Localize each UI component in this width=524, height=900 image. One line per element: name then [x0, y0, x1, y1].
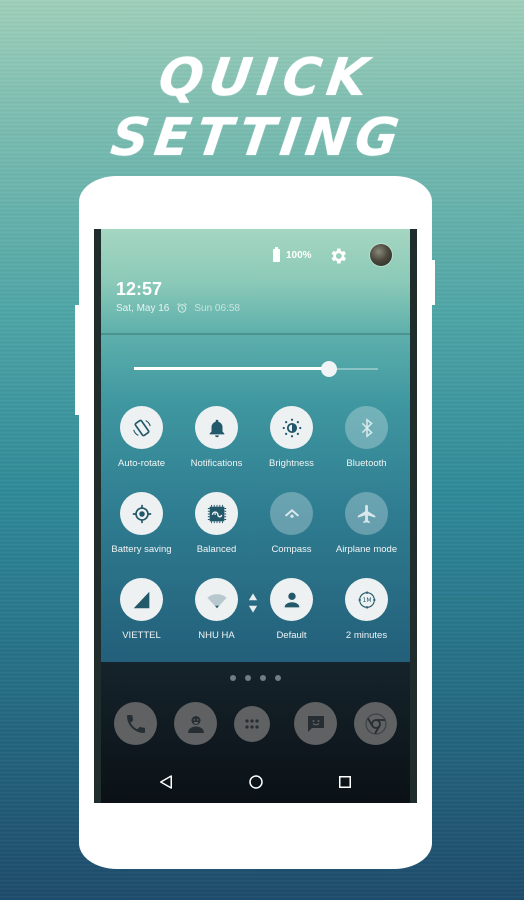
back-icon — [160, 775, 172, 789]
page-dot[interactable] — [260, 675, 266, 681]
tile-auto-rotate[interactable]: Auto-rotate — [104, 406, 179, 469]
tile-viettel[interactable]: VIETTEL — [104, 578, 179, 641]
clock-time: 12:57 — [116, 279, 163, 299]
navigation-bar — [94, 765, 417, 799]
tile-airplane-mode[interactable]: Airplane mode — [329, 492, 404, 555]
back-button[interactable] — [154, 770, 178, 794]
messaging-app[interactable] — [294, 702, 337, 745]
app-dock — [94, 702, 417, 748]
tile-label: 2 minutes — [345, 630, 388, 641]
quick-settings-panel: 100% 12:57 Sat, May 16 Sun 06:58 Auto-ro… — [101, 229, 410, 662]
header-divider — [101, 333, 410, 335]
person-icon — [270, 578, 313, 621]
tile-label: Compass — [271, 544, 312, 555]
bell-icon — [195, 406, 238, 449]
tile-compass[interactable]: Compass — [254, 492, 329, 555]
rotate-icon — [120, 406, 163, 449]
location-icon — [270, 492, 313, 535]
tile-label: Brightness — [269, 458, 314, 469]
phone-icon — [126, 714, 145, 733]
chrome-app[interactable] — [354, 702, 397, 745]
tile-label: VIETTEL — [122, 630, 161, 641]
data-activity-arrows-icon — [242, 592, 258, 613]
tile-bluetooth[interactable]: Bluetooth — [329, 406, 404, 469]
chrome-icon — [364, 712, 387, 735]
cell-signal-icon — [120, 578, 163, 621]
gear-icon[interactable] — [328, 246, 348, 266]
contacts-app[interactable] — [174, 702, 217, 745]
messaging-icon — [307, 715, 324, 732]
wifi-icon — [195, 578, 238, 621]
page-dot[interactable] — [230, 675, 236, 681]
tile-label: Auto-rotate — [118, 458, 165, 469]
date-row: Sat, May 16 Sun 06:58 — [116, 302, 240, 314]
tile-label: Airplane mode — [335, 544, 398, 555]
home-icon — [249, 775, 263, 789]
date-text: Sat, May 16 — [116, 302, 170, 314]
app-drawer-icon — [245, 719, 259, 729]
tile-nhu-ha[interactable]: NHU HA — [179, 578, 258, 641]
page-dot[interactable] — [275, 675, 281, 681]
tile-brightness[interactable]: Brightness — [254, 406, 329, 469]
recents-button[interactable] — [333, 770, 357, 794]
tile-label: NHU HA — [198, 630, 235, 641]
recents-icon — [339, 776, 351, 788]
tile-balanced[interactable]: Balanced — [179, 492, 254, 555]
tile-label: Default — [276, 630, 307, 641]
cpu-chip-icon — [195, 492, 238, 535]
phone-app[interactable] — [114, 702, 157, 745]
tile-label: Balanced — [196, 544, 237, 555]
tile-label: Battery saving — [111, 544, 172, 555]
battery-percent: 100% — [286, 250, 312, 261]
page-dot[interactable] — [245, 675, 251, 681]
brightness-slider[interactable] — [134, 361, 378, 377]
alarm-clock-icon — [177, 303, 188, 313]
airplane-icon — [345, 492, 388, 535]
brightness-icon — [270, 406, 313, 449]
tile-2-minutes[interactable]: 1M 2 minutes — [329, 578, 404, 641]
tile-label: Notifications — [190, 458, 243, 469]
contacts-icon — [187, 715, 204, 733]
bluetooth-icon — [345, 406, 388, 449]
tile-notifications[interactable]: Notifications — [179, 406, 254, 469]
phone-screen: 100% 12:57 Sat, May 16 Sun 06:58 Auto-ro… — [94, 229, 417, 803]
user-avatar[interactable] — [370, 244, 392, 266]
tile-label: Bluetooth — [346, 458, 387, 469]
tile-battery-saving[interactable]: Battery saving — [104, 492, 179, 555]
crosshair-icon — [120, 492, 163, 535]
slider-fill — [134, 367, 330, 370]
slider-thumb[interactable] — [321, 361, 338, 377]
tile-default[interactable]: Default — [254, 578, 329, 641]
home-button[interactable] — [244, 770, 268, 794]
page-indicator — [94, 675, 417, 681]
battery-icon — [273, 247, 280, 262]
app-drawer[interactable] — [234, 706, 270, 742]
timeout-icon: 1M — [345, 578, 388, 621]
promo-headline: QUICK SETTING — [107, 48, 409, 168]
svg-text:1M: 1M — [362, 597, 371, 604]
next-alarm-time[interactable]: Sun 06:58 — [194, 303, 240, 314]
